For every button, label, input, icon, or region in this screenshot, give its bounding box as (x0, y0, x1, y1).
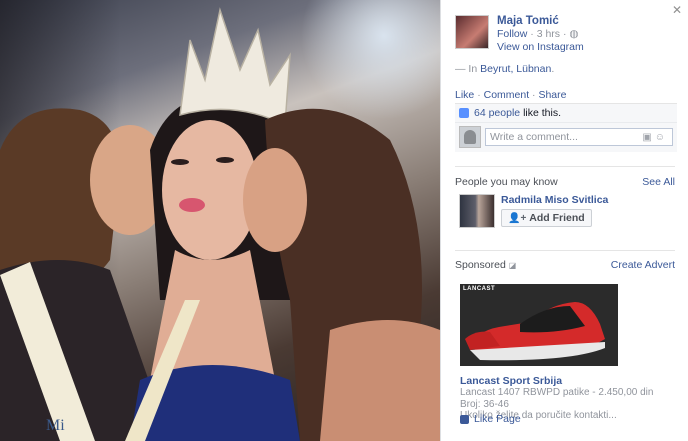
create-advert-link[interactable]: Create Advert (611, 259, 675, 271)
pymk-name[interactable]: Radmila Miso Svitlica (501, 194, 608, 206)
post-side-panel: ✕ Maja Tomić Follow · 3 hrs · ◍ View on … (440, 0, 688, 441)
likes-box: 64 people like this. Write a comment... … (455, 103, 677, 152)
comment-input[interactable]: Write a comment... ▣☺ (485, 128, 673, 146)
ad-desc-line1: Lancast 1407 RBWPD patike - 2.450,00 din… (460, 387, 654, 410)
close-icon[interactable]: ✕ (672, 3, 682, 17)
author-avatar[interactable] (455, 15, 489, 49)
likes-count-link[interactable]: 64 people (474, 107, 520, 119)
action-separator: · (532, 89, 536, 101)
thumbs-up-icon (460, 414, 469, 424)
globe-icon: · ◍ (562, 28, 579, 40)
meta-separator: · (530, 28, 534, 40)
like-page-button[interactable]: Like Page (460, 413, 521, 425)
post-photo[interactable]: Mi (0, 0, 440, 441)
svg-text:Mi: Mi (46, 417, 65, 434)
like-link[interactable]: Like (455, 89, 474, 101)
pymk-header: People you may know See All (455, 176, 675, 188)
follow-link[interactable]: Follow (497, 28, 527, 40)
add-friend-icon: 👤+ (508, 213, 527, 224)
divider (455, 250, 675, 251)
post-time[interactable]: 3 hrs (537, 28, 560, 40)
comment-placeholder: Write a comment... (490, 131, 578, 143)
add-friend-button[interactable]: 👤+ Add Friend (501, 209, 592, 227)
comment-link[interactable]: Comment (484, 89, 530, 101)
divider (455, 166, 675, 167)
sponsored-title: Sponsored ◪ (455, 259, 517, 271)
post-author: Maja Tomić Follow · 3 hrs · ◍ View on In… (455, 15, 584, 54)
location-link[interactable]: Beyrut, Lübnan (480, 63, 551, 75)
camera-icon[interactable]: ▣ (642, 132, 654, 143)
view-on-instagram-link[interactable]: View on Instagram (497, 41, 584, 54)
emoji-icon[interactable]: ☺ (655, 132, 668, 143)
pymk-avatar[interactable] (459, 194, 495, 228)
pymk-card: Radmila Miso Svitlica 👤+ Add Friend (459, 194, 608, 228)
location-prefix: — In (455, 63, 478, 75)
ad-brand-logo: LANCAST (463, 286, 496, 292)
ad-image[interactable]: LANCAST (460, 284, 618, 366)
likes-summary: 64 people like this. (455, 104, 677, 122)
add-friend-label: Add Friend (529, 212, 585, 224)
shoe-illustration (465, 302, 605, 361)
pymk-title: People you may know (455, 176, 558, 188)
likes-suffix: like this. (523, 107, 561, 119)
action-separator: · (477, 89, 481, 101)
post-location: — In Beyrut, Lübnan. (455, 63, 554, 75)
photo-illustration: Mi (0, 7, 440, 441)
post-actions: Like · Comment · Share (455, 89, 567, 101)
sponsored-header: Sponsored ◪ Create Advert (455, 259, 675, 271)
see-all-link[interactable]: See All (642, 176, 675, 188)
share-link[interactable]: Share (538, 89, 566, 101)
author-info: Maja Tomić Follow · 3 hrs · ◍ View on In… (497, 15, 584, 54)
pymk-info: Radmila Miso Svitlica 👤+ Add Friend (501, 194, 608, 228)
location-suffix: . (551, 63, 555, 75)
viewer-avatar (459, 126, 481, 148)
sponsored-info-icon[interactable]: ◪ (509, 261, 517, 270)
like-page-label: Like Page (474, 413, 521, 425)
post-meta: Follow · 3 hrs · ◍ (497, 28, 584, 41)
comment-row: Write a comment... ▣☺ (455, 122, 677, 152)
ad-title-link[interactable]: Lancast Sport Srbija (460, 375, 562, 387)
thumbs-up-icon (459, 108, 469, 118)
author-name[interactable]: Maja Tomić (497, 15, 584, 28)
